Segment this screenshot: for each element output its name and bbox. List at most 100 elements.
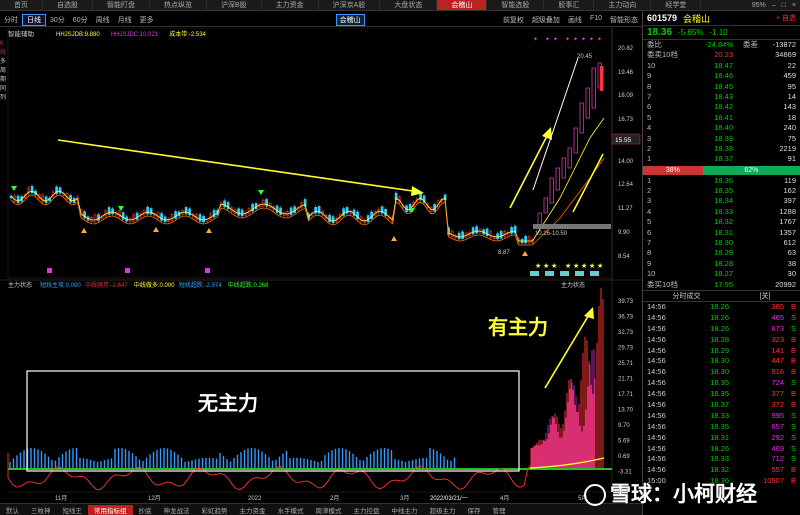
top-line: [532, 57, 579, 191]
indicator-tab-1[interactable]: 三枚神: [25, 505, 57, 515]
x-tick: 4月: [500, 495, 509, 502]
sub-y-tick: 25.71: [618, 361, 634, 367]
indicator-tab-3[interactable]: 常用指标组: [88, 504, 133, 515]
tick-row: 14:56 18.35 657 S: [647, 421, 796, 431]
no-main-force-box: [26, 370, 520, 472]
main-indicator-1: HHJSJDC:10.021: [111, 32, 159, 38]
indicator-tab-4[interactable]: 抄底: [133, 505, 158, 515]
indicator-tab-9[interactable]: 周津模式: [310, 505, 348, 515]
book-row: 1 18.37 91: [647, 154, 796, 164]
indicator-tab-14[interactable]: 管理: [487, 505, 512, 515]
sub-y-tick: 13.70: [618, 408, 634, 414]
indicator-tab-5[interactable]: 神龙战法: [158, 505, 196, 515]
app-window: { "topbar":{"tabs":["首页","自选股","智能盯盘","热…: [0, 0, 800, 515]
top-tab-8[interactable]: 会稽山: [437, 0, 488, 10]
svg-text:✦: ✦: [589, 36, 594, 43]
sub-y-tick: 29.73: [618, 346, 634, 352]
battery-level: 95%: [751, 1, 766, 9]
sub-title: 主力状态: [8, 281, 32, 289]
svg-text:✦: ✦: [597, 36, 602, 43]
book-row: 9 18.46 459: [647, 71, 796, 81]
indicator-tab-13[interactable]: 保存: [462, 505, 487, 515]
main-y-tick: 14.00: [618, 159, 634, 165]
maximize-icon[interactable]: □: [782, 2, 786, 9]
period-2[interactable]: 30分: [46, 15, 69, 25]
chart-area[interactable]: 智能辅助 HHJSJDB:9.880 HHJSJDC:10.021 成本带:-2.53…: [0, 27, 642, 503]
ticks-close-button[interactable]: [关]: [760, 291, 771, 301]
book-row: 8 18.45 95: [647, 81, 796, 91]
indicator-tab-0[interactable]: 默认: [0, 505, 25, 515]
top-tab-12[interactable]: 经学堂: [651, 0, 702, 10]
indicator-tab-bar: 默认 三枚神 短线王 常用指标组 抄底 神龙战法 彩虹趋势 主力资金 水手模式 周津模式 主力控盘中…: [0, 503, 642, 515]
signal-markers: ★ ★ ★ ★ ★ ★ ★ ★✦ ✦ ✦ ✦ ✦ ✦ ✦ ✦: [11, 36, 603, 276]
sub-y-tick: 9.70: [618, 423, 630, 429]
book-row: 5 18.32 1767: [647, 217, 796, 227]
price-tag-text: 15.55: [615, 137, 632, 144]
indicator-tab-6[interactable]: 彩虹趋势: [196, 505, 234, 515]
top-tab-0[interactable]: 首页: [0, 0, 43, 10]
top-tab-10[interactable]: 股事汇: [544, 0, 595, 10]
period-1[interactable]: 日线: [22, 13, 46, 26]
low-label: 8.87: [498, 250, 510, 256]
top-tab-9[interactable]: 智能选股: [487, 0, 545, 10]
period-5[interactable]: 月线: [114, 15, 136, 25]
buy-sell-ratio: 38% 62%: [643, 165, 800, 175]
top-tab-4[interactable]: 沪深B股: [207, 0, 262, 10]
tick-list: 14:56 18.26 385 B 14:56 18.26 465 S 14:56 18.26 67…: [643, 302, 800, 487]
indicator-tab-2[interactable]: 短线王: [57, 505, 89, 515]
tick-row: 14:56 18.26 385 B: [647, 301, 796, 311]
indicator-tab-11[interactable]: 中线主力: [386, 505, 424, 515]
sub-y-axis: 39.73 36.73 32.73 29.73 25.71 21.71 17.71 13.70…: [618, 299, 634, 476]
sub-y-tick: 21.71: [618, 377, 634, 383]
svg-text:★: ★: [551, 262, 557, 270]
minimize-icon[interactable]: –: [772, 2, 776, 9]
book-row: 2 18.38 2219: [647, 143, 796, 153]
tick-row: 14:56 18.26 469 S: [647, 443, 796, 453]
indicator-tab-10[interactable]: 主力控盘: [348, 505, 386, 515]
book-row: 7 18.43 14: [647, 91, 796, 101]
main-y-tick: 16.73: [618, 117, 634, 123]
book-row: 10 18.47 22: [647, 60, 796, 70]
top-tab-7[interactable]: 大盘状态: [380, 0, 438, 10]
stock-name-tab[interactable]: 会稽山: [335, 13, 365, 26]
period-0[interactable]: 分时: [0, 15, 22, 25]
add-watchlist-button[interactable]: + 自选: [776, 13, 800, 23]
period-toolbar: 分时 日线 30分 60分 周线 月线 更多 会稽山 前复权 超级叠加 画线 F10 智能形态: [0, 13, 642, 27]
top-tab-bar: 首页 自选股 智能盯盘 热点纵览 沪深B股 主力资金 沪深京A股 大盘状态 会稽山 智能选股 股事汇…: [0, 0, 800, 11]
top-tab-1[interactable]: 自选股: [43, 0, 93, 10]
book-row: 7 18.30 612: [647, 238, 796, 248]
period-3[interactable]: 60分: [69, 15, 92, 25]
top-tab-6[interactable]: 沪深京A股: [319, 0, 381, 10]
top-tab-3[interactable]: 热点纵览: [150, 0, 207, 10]
sub-histogram: [9, 287, 604, 468]
toolbar-right-0[interactable]: 前复权: [499, 15, 528, 25]
stock-name: 会稽山: [683, 13, 711, 24]
tick-row: 14:56 18.26 465 S: [647, 312, 796, 322]
toolbar-right-1[interactable]: 超级叠加: [528, 15, 564, 25]
high-label: 20.45: [577, 54, 593, 60]
kline-chart[interactable]: 智能辅助 HHJSJDB:9.880 HHJSJDC:10.021 成本带:-2.53…: [0, 27, 642, 503]
last-price: 18.36: [647, 27, 673, 38]
toolbar-right-3[interactable]: F10: [586, 15, 606, 25]
toolbar-right-2[interactable]: 画线: [564, 15, 586, 25]
tab-ticks[interactable]: 分时成交: [673, 291, 701, 301]
x-tick: 12月: [148, 495, 161, 502]
period-6[interactable]: 更多: [136, 15, 158, 25]
candlesticks: [9, 62, 604, 245]
main-legend-name: 智能辅助: [8, 29, 35, 38]
snowball-logo-icon: [584, 484, 606, 507]
ticks-header: 分时成交 [关]: [643, 289, 800, 302]
top-tab-11[interactable]: 主力动向: [594, 0, 652, 10]
svg-text:★: ★: [589, 262, 595, 270]
indicator-tab-8[interactable]: 水手模式: [272, 505, 310, 515]
period-4[interactable]: 周线: [92, 15, 114, 25]
close-icon[interactable]: ×: [792, 2, 796, 9]
sub-chart-title-right: 主力状态: [561, 281, 585, 289]
top-tab-5[interactable]: 主力资金: [262, 0, 319, 10]
book-row: 4 18.33 1288: [647, 206, 796, 216]
indicator-tab-7[interactable]: 主力资金: [234, 505, 272, 515]
indicator-tab-12[interactable]: 超级主力: [424, 505, 462, 515]
tick-row: 14:56 18.30 447 B: [647, 356, 796, 366]
top-tab-2[interactable]: 智能盯盘: [93, 0, 150, 10]
toolbar-right-4[interactable]: 智能形态: [606, 15, 642, 25]
